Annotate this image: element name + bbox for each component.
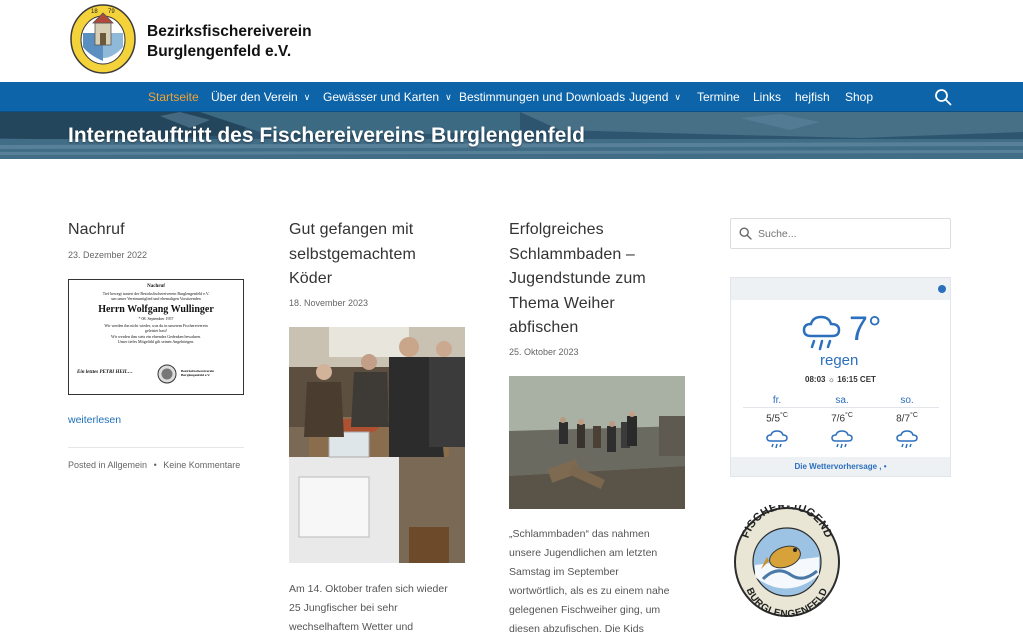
post-date: 23. Dezember 2022 <box>68 250 148 260</box>
post-title-line: Köder <box>289 270 333 287</box>
nav-item-gewaesser-und-karten[interactable]: Gewässer und Karten ∨ <box>323 82 452 112</box>
excerpt-line: diesen abzufischen. Die Kids <box>509 623 644 635</box>
search-icon[interactable] <box>934 88 952 106</box>
chevron-down-icon: ∨ <box>303 92 311 102</box>
svg-text:79: 79 <box>108 9 115 15</box>
main-navigation: Startseite Über den Verein ∨ Gewässer und… <box>0 82 1023 112</box>
weather-header <box>731 278 950 300</box>
post-title-line: Gut gefangen mit <box>289 221 414 238</box>
rain-cloud-icon <box>766 430 788 449</box>
forecast-temp: 7/6°C <box>831 412 853 425</box>
nav-item-startseite[interactable]: Startseite <box>148 82 199 112</box>
weather-temperature: 7° <box>849 310 882 348</box>
category-link[interactable]: Allgemein <box>108 460 148 470</box>
excerpt-line: wortwörtlich, als es zu einem nahe <box>509 585 670 597</box>
excerpt-line: unsere Jugendlichen am letzten <box>509 547 658 559</box>
fischer-jugend-badge[interactable]: FISCHER-JUGEND BURGLENGENFELD <box>733 505 841 617</box>
meta-separator: • <box>153 460 157 470</box>
page-title: Internetauftritt des Fischereivereins Bu… <box>68 124 585 147</box>
post-thumbnail-obituary[interactable]: Nachruf Tief bewegt trauert der Bezirksf… <box>68 279 244 395</box>
svg-text:18: 18 <box>91 9 98 15</box>
nav-item-links[interactable]: Links <box>753 82 781 112</box>
post-title-line: Thema Weiher <box>509 294 615 312</box>
post-title-line: Jugendstunde zum <box>509 270 646 287</box>
rain-cloud-icon <box>802 315 841 351</box>
post-excerpt: „Schlammbaden“ das nahmen unsere Jugendl… <box>509 525 670 639</box>
sunrise-sunset: 08:03 ☼ 16:15 CET <box>805 375 876 384</box>
obituary-birth: * 08. September 1957 <box>138 316 174 321</box>
post-title-line: Schlammbaden – <box>509 245 635 263</box>
forecast-temp: 8/7°C <box>896 412 918 425</box>
excerpt-line: Samstag im September <box>509 566 619 578</box>
nav-item-bestimmungen-und-downloads[interactable]: Bestimmungen und Downloads <box>459 82 625 112</box>
forecast-temp: 5/5°C <box>766 412 788 425</box>
nav-item-jugend[interactable]: Jugend ∨ <box>629 82 681 112</box>
post-title[interactable]: Gut gefangen mit selbstgemachtem Köder <box>289 218 416 292</box>
comments-link[interactable]: Keine Kommentare <box>163 460 240 470</box>
search-icon <box>739 227 752 240</box>
excerpt-line: „Schlammbaden“ das nahmen <box>509 528 650 540</box>
obituary-text: Unser tiefes Mitgefühl gilt seinen Angeh… <box>117 339 195 344</box>
weather-footer-link[interactable]: Die Wettervorhersage , • <box>731 457 950 476</box>
sidebar-search[interactable] <box>730 218 951 249</box>
site-name-line1: Bezirksfischereiverein <box>147 23 312 40</box>
rain-cloud-icon <box>831 430 853 449</box>
divider <box>743 407 939 408</box>
obituary-closing: Ein letztes PETRI HEIL… <box>77 370 133 375</box>
post-title-line: abfischen <box>509 319 579 336</box>
site-header: 18 79 Bezirksfischereiverein Burglengenf… <box>0 0 1023 82</box>
obituary-text: geleistet hast! <box>144 328 168 333</box>
post-thumbnail-photo[interactable] <box>509 376 685 509</box>
hero-banner: Internetauftritt des Fischereivereins Bu… <box>0 112 1023 159</box>
post-date: 18. November 2023 <box>289 298 369 308</box>
post-title[interactable]: Erfolgreiches Schlammbaden – Jugendstund… <box>509 218 646 341</box>
nav-item-termine[interactable]: Termine <box>697 82 740 112</box>
site-name[interactable]: Bezirksfischereiverein Burglengenfeld e.… <box>147 22 312 62</box>
club-logo-small <box>157 364 177 384</box>
divider <box>68 447 244 448</box>
post-thumbnail-photo[interactable] <box>289 327 465 563</box>
chevron-down-icon: ∨ <box>674 92 681 102</box>
nav-item-shop[interactable]: Shop <box>845 82 873 112</box>
rain-cloud-icon <box>896 430 918 449</box>
excerpt-line: gelegenen Fischweiher ging, um <box>509 604 661 616</box>
forecast-day: so. <box>900 395 914 406</box>
post-excerpt: Am 14. Oktober trafen sich wieder 25 Jun… <box>289 580 448 637</box>
excerpt-line: wechselhaftem Wetter und <box>289 621 414 633</box>
weather-widget[interactable]: 7° regen 08:03 ☼ 16:15 CET fr. sa. so. 5… <box>730 277 951 477</box>
site-name-line2: Burglengenfeld e.V. <box>147 43 292 60</box>
nav-item-ueber-den-verein[interactable]: Über den Verein ∨ <box>211 82 310 112</box>
obituary-org: Bezirksfischereiverein Burglengenfeld e.… <box>181 369 215 377</box>
post-title[interactable]: Nachruf <box>68 218 125 243</box>
excerpt-line: Am 14. Oktober trafen sich wieder <box>289 583 448 595</box>
obituary-heading: Nachruf <box>147 284 165 289</box>
read-more-link[interactable]: weiterlesen <box>68 414 121 426</box>
nav-item-hejfish[interactable]: hejfish <box>795 82 830 112</box>
post-title-line: Erfolgreiches <box>509 221 604 238</box>
info-icon[interactable] <box>938 285 946 293</box>
forecast-day: fr. <box>772 395 782 406</box>
search-input[interactable] <box>758 225 943 243</box>
chevron-down-icon: ∨ <box>445 92 452 102</box>
weather-description: regen <box>820 352 859 369</box>
post-title-line: selbstgemachtem <box>289 245 416 263</box>
obituary-line: um unser Vereinsmitglied und ehemaligen … <box>111 296 201 301</box>
obituary-name: Herrn Wolfgang Wullinger <box>98 304 214 315</box>
forecast-day: sa. <box>835 395 849 406</box>
club-logo[interactable]: 18 79 <box>69 3 137 75</box>
post-date: 25. Oktober 2023 <box>509 347 579 357</box>
post-meta: Posted in Allgemein • Keine Kommentare <box>68 460 240 470</box>
meta-prefix: Posted in <box>68 460 106 470</box>
excerpt-line: 25 Jungfischer bei sehr <box>289 602 398 614</box>
